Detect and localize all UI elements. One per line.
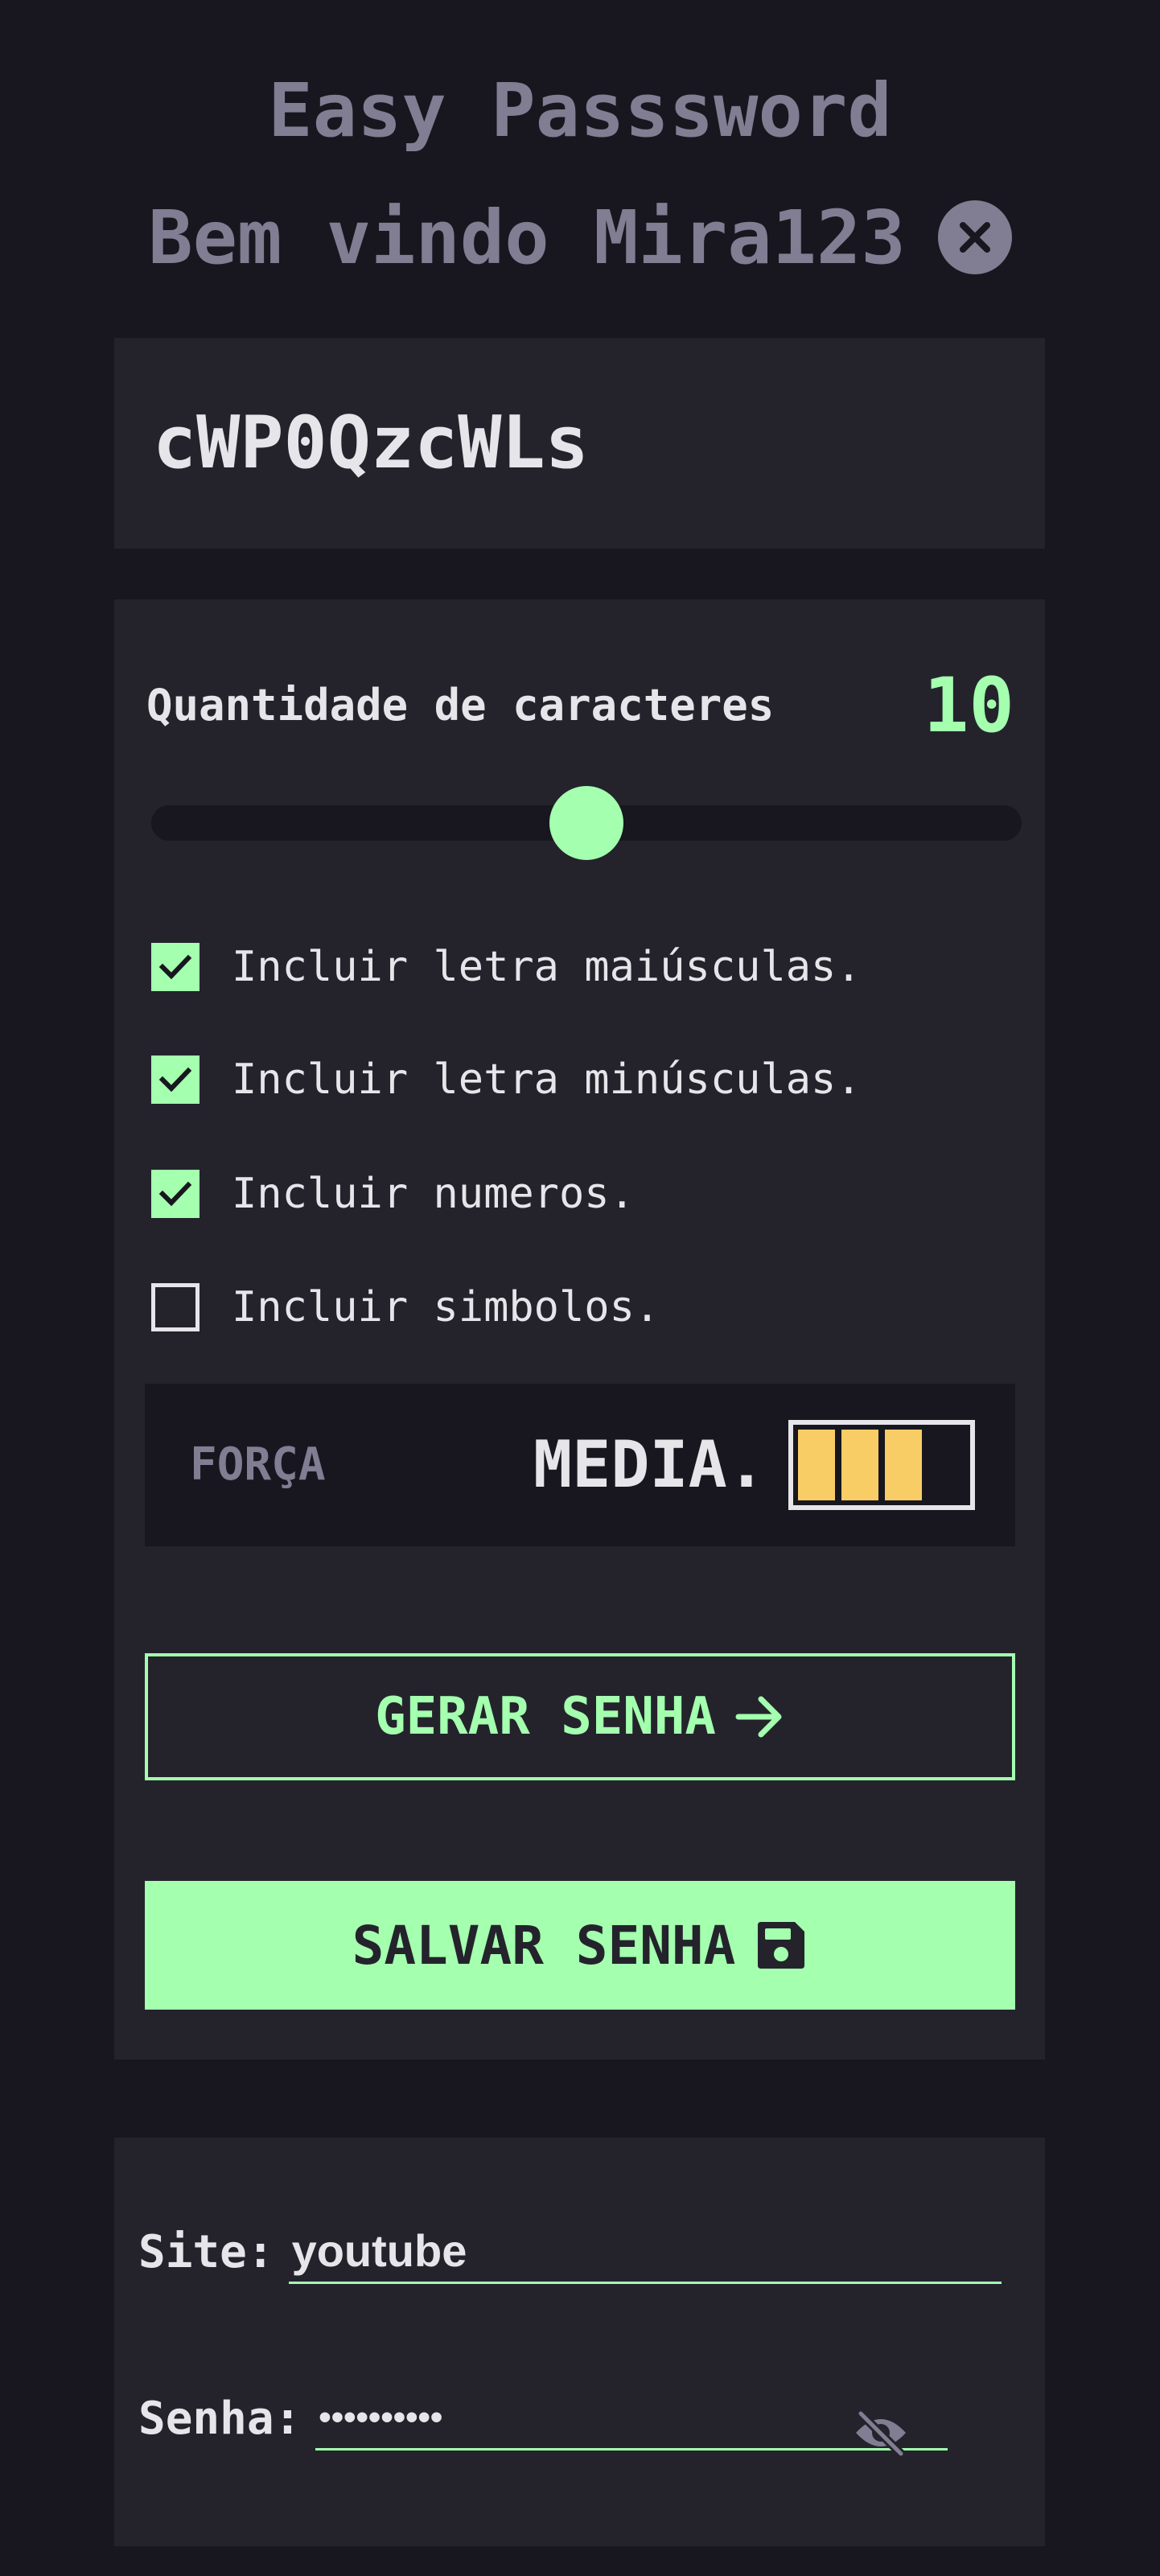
uppercase-checkbox[interactable] [151,943,200,991]
site-input[interactable] [288,2220,1002,2284]
strength-label: FORÇA [190,1438,326,1491]
symbols-checkbox[interactable] [151,1283,200,1331]
option-uppercase[interactable]: Incluir letra maiúsculas. [151,935,862,999]
logout-button[interactable] [937,200,1012,274]
option-label: Incluir letra maiúsculas. [232,943,862,991]
length-label: Quantidade de caracteres [146,680,775,730]
password-field-row: Senha: [138,2382,948,2455]
arrow-right-icon [735,1694,785,1739]
option-symbols[interactable]: Incluir simbolos. [151,1275,660,1339]
site-field-row: Site: [138,2216,1002,2288]
strength-bar [841,1430,878,1500]
welcome-row: Bem vindo Mira123 [0,185,1160,290]
save-password-button[interactable]: SALVAR SENHA [145,1881,1015,2010]
app-title: Easy Passsword [268,68,892,154]
welcome-text: Bem vindo Mira123 [148,194,906,281]
generated-password-card: cWP0QzcWLs [114,338,1045,549]
generate-password-button[interactable]: GERAR SENHA [145,1653,1015,1780]
strength-meter [788,1420,975,1510]
strength-bar [885,1430,922,1500]
check-icon [159,1067,191,1093]
generate-button-label: GERAR SENHA [375,1687,716,1747]
length-slider[interactable] [151,786,1022,860]
strength-panel: FORÇA MEDIA. [145,1384,1015,1546]
option-lowercase[interactable]: Incluir letra minúsculas. [151,1047,862,1112]
option-label: Incluir letra minúsculas. [232,1056,862,1104]
check-icon [159,1181,191,1207]
floppy-disk-icon [755,1919,808,1972]
option-label: Incluir numeros. [232,1170,635,1218]
lowercase-checkbox[interactable] [151,1056,200,1104]
strength-bar [798,1430,835,1500]
password-label: Senha: [138,2392,302,2445]
option-label: Incluir simbolos. [232,1283,660,1331]
option-numbers[interactable]: Incluir numeros. [151,1162,635,1226]
strength-value: MEDIA. [533,1427,766,1502]
length-value: 10 [923,662,1014,750]
site-label: Site: [138,2225,274,2278]
numbers-checkbox[interactable] [151,1170,200,1218]
generated-password[interactable]: cWP0QzcWLs [153,338,589,549]
save-credentials-card: Site: Senha: [114,2138,1045,2546]
close-icon [959,222,990,253]
generator-card: Quantidade de caracteres 10 Incluir letr… [114,599,1045,2060]
length-slider-thumb[interactable] [549,786,623,860]
check-icon [159,954,191,980]
save-button-label: SALVAR SENHA [352,1914,736,1977]
strength-bar [928,1430,965,1500]
eye-slash-icon[interactable] [853,2409,909,2457]
